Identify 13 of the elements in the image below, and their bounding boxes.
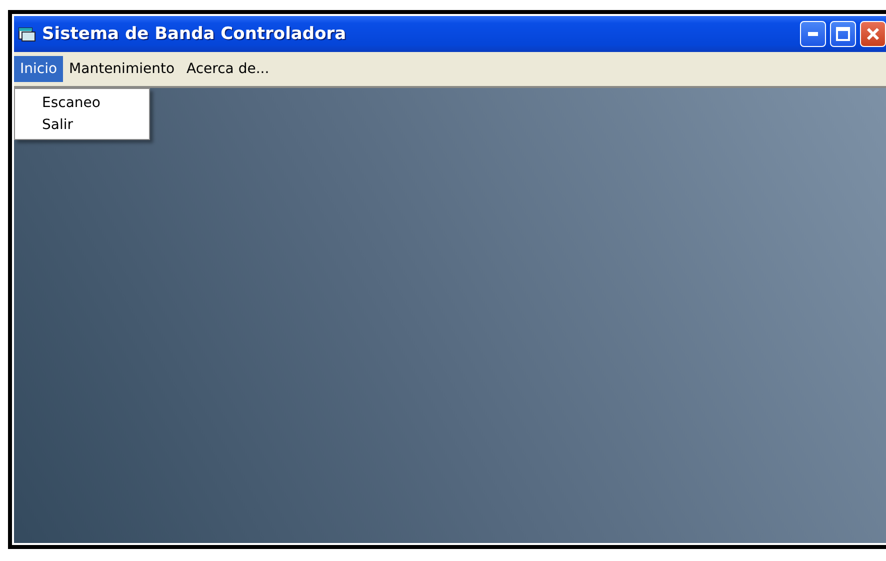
maximize-icon	[836, 27, 850, 41]
menu-option[interactable]: Salir	[15, 114, 149, 136]
menu-item[interactable]: Inicio	[14, 56, 64, 82]
window-title: Sistema de Banda Controladora	[42, 24, 348, 44]
menu-item[interactable]: Mantenimiento	[63, 56, 181, 82]
close-icon	[866, 27, 880, 41]
menu-option[interactable]: Escaneo	[15, 92, 149, 114]
menu-item[interactable]: Acerca de...	[180, 56, 276, 82]
maximize-button[interactable]	[830, 21, 856, 47]
minimize-icon	[808, 32, 818, 36]
close-button[interactable]	[860, 21, 886, 47]
app-icon	[18, 26, 36, 42]
minimize-button[interactable]	[800, 21, 826, 47]
